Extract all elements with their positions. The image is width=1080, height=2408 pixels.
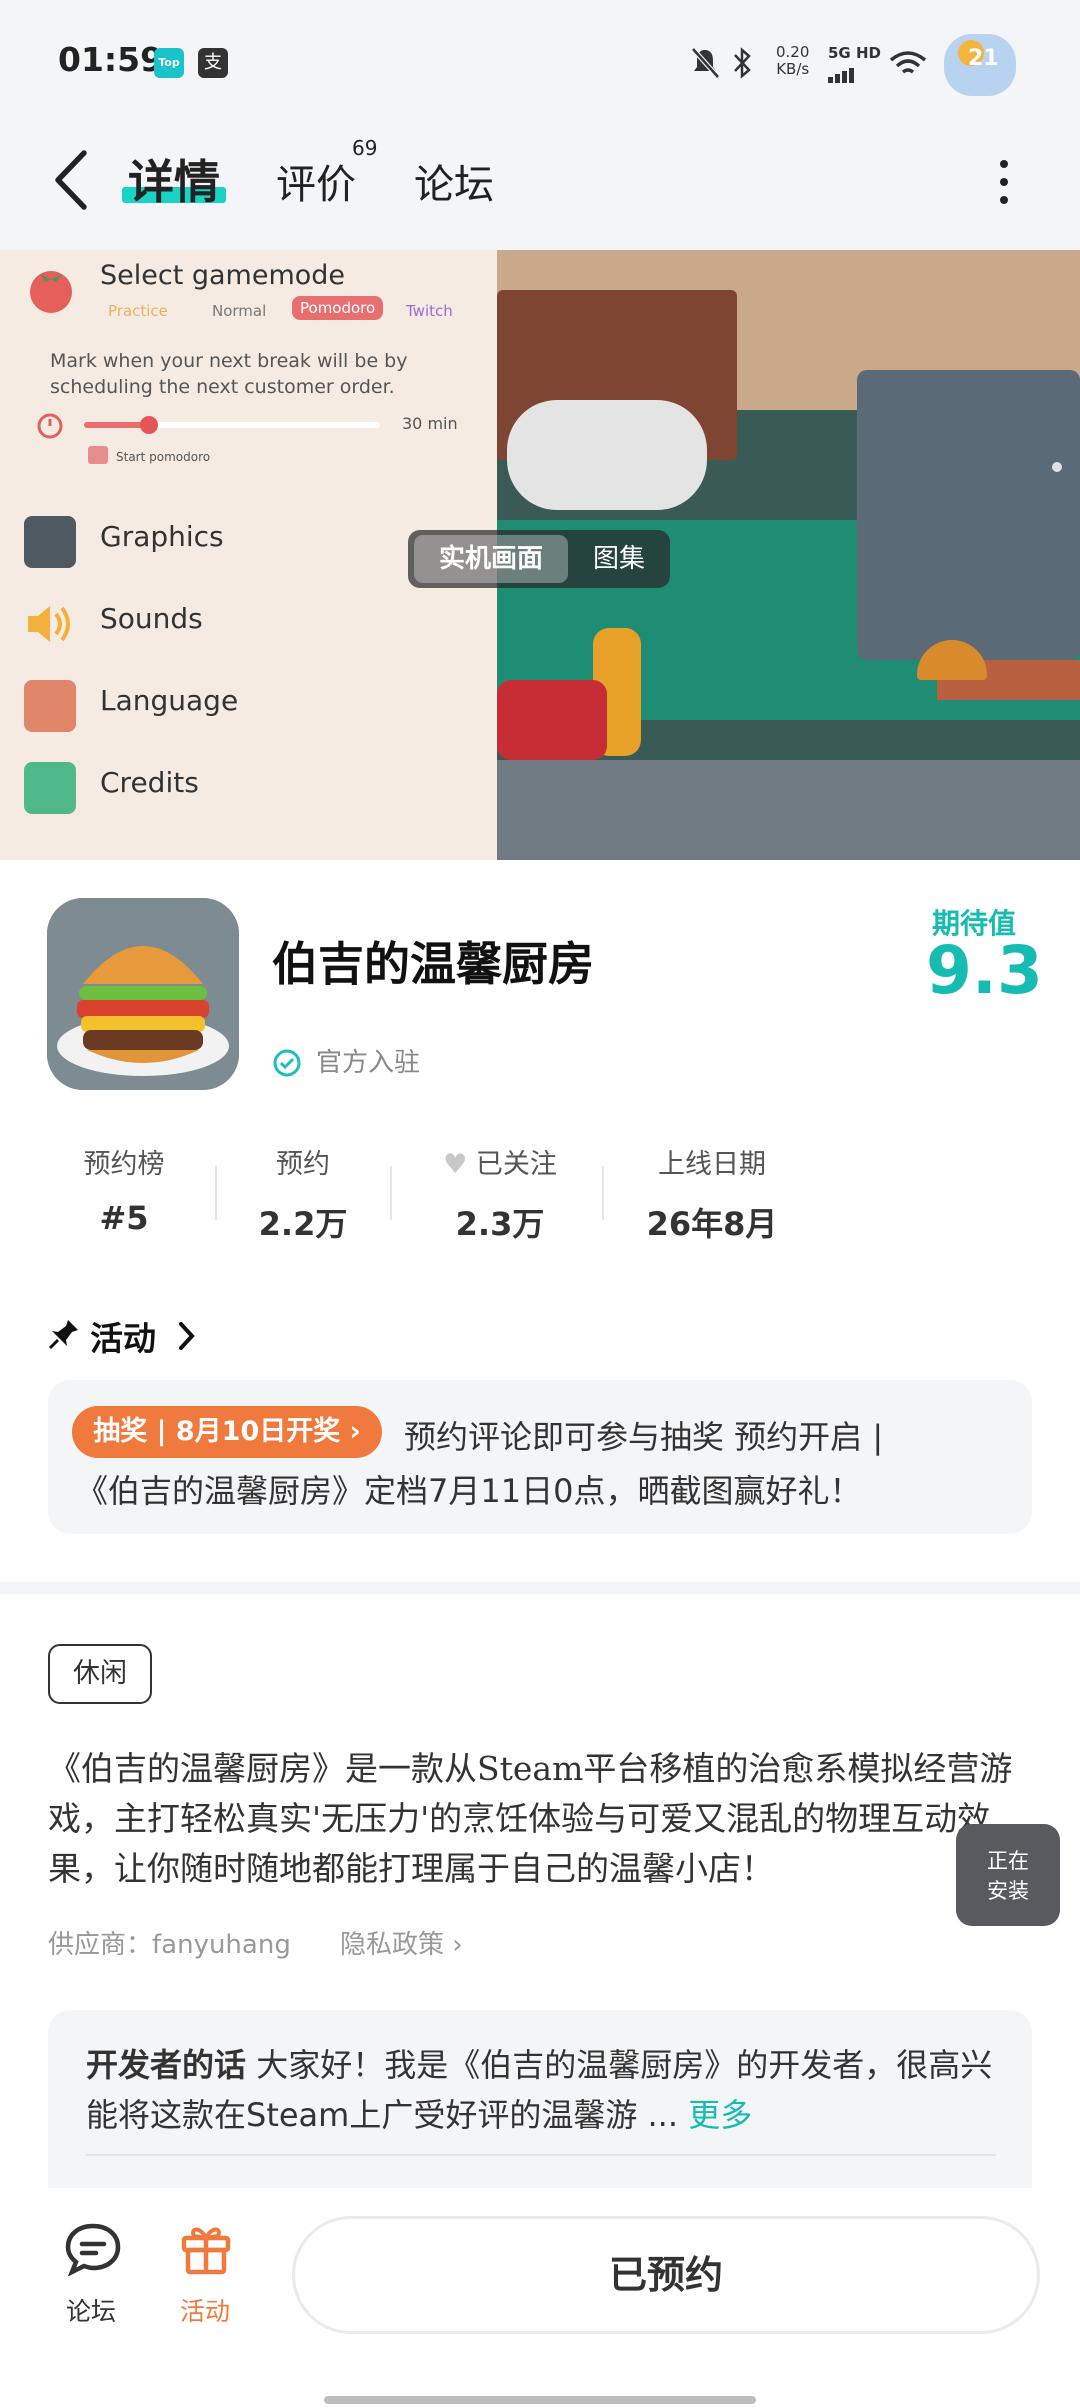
official-verified-label: 官方入驻 — [316, 1048, 421, 1078]
stat-divider — [390, 1166, 392, 1220]
mode-practice: Practice — [108, 302, 168, 320]
start-pomodoro-label: Start pomodoro — [116, 450, 211, 464]
game-description: 《伯吉的温馨厨房》是一款从Steam平台移植的治愈系模拟经营游戏，主打轻松真实'… — [48, 1749, 1013, 1888]
credits-icon — [24, 762, 76, 814]
mode-normal: Normal — [212, 302, 267, 320]
genre-tag[interactable]: 休闲 — [48, 1644, 152, 1704]
speaker-icon — [28, 606, 70, 642]
more-link[interactable]: 更多 — [688, 2096, 752, 2134]
back-arrow-icon[interactable] — [50, 145, 94, 215]
lottery-tag[interactable]: 抽奖 | 8月10日开奖 › — [72, 1406, 382, 1458]
network-type: 5G HD — [828, 44, 881, 62]
developer-divider — [86, 2154, 996, 2156]
activity-section-title[interactable]: 活动 — [90, 1312, 156, 1360]
stat-reservations: 预约 2.2万 — [258, 1149, 348, 1243]
gallery-tab[interactable]: 图集 — [572, 535, 666, 583]
battery-level: 21 — [968, 46, 999, 71]
privacy-policy-link[interactable]: 隐私政策 › — [340, 1924, 463, 1961]
alipay-notification-icon: 支 — [198, 48, 228, 78]
game-app-icon — [47, 898, 239, 1090]
status-time: 01:59 — [58, 40, 164, 79]
gift-icon[interactable] — [178, 2220, 234, 2276]
supplier-label: 供应商：fanyuhang — [48, 1930, 291, 1960]
mute-bell-icon — [691, 47, 720, 79]
carousel-dot — [1052, 462, 1062, 472]
gamemode-title: Select gamemode — [100, 260, 346, 291]
more-options-icon[interactable] — [1000, 160, 1010, 214]
bluetooth-icon — [734, 47, 751, 79]
reserved-button[interactable]: 已预约 — [292, 2216, 1040, 2334]
kitchen-floor — [497, 760, 1080, 860]
game-title: 伯吉的温馨厨房 — [272, 937, 594, 991]
network-speed: 0.20 KB/s — [776, 43, 810, 78]
section-separator — [0, 1582, 1080, 1594]
tab-forum[interactable]: 论坛 — [414, 152, 494, 210]
activity-nav-label[interactable]: 活动 — [180, 2292, 230, 2328]
stat-release-date: 上线日期 26年8月 — [646, 1149, 778, 1243]
red-pot — [497, 680, 607, 760]
tab-details[interactable]: 详情 — [128, 146, 220, 212]
activity-text-line1: 预约评论即可参与抽奖 预约开启 | — [404, 1418, 884, 1456]
pomodoro-slider-knob — [140, 416, 158, 434]
kitchen-window — [857, 370, 1080, 660]
heart-icon: ♥ — [443, 1149, 468, 1180]
pomodoro-slider-value: 30 min — [402, 414, 458, 433]
developer-note: 开发者的话 大家好！我是《伯吉的温馨厨房》的开发者，很高兴能将这款在Steam上… — [86, 2046, 993, 2134]
stat-divider — [215, 1166, 217, 1220]
gamemode-note: Mark when your next break will be by sch… — [50, 350, 408, 398]
reviews-count-badge: 69 — [352, 136, 378, 160]
installing-status: 正在 安装 — [987, 1849, 1029, 1903]
mode-pomodoro: Pomodoro — [292, 296, 384, 320]
signal-icon — [828, 64, 856, 83]
stat-follow[interactable]: ♥ 已关注 2.3万 — [420, 1142, 580, 1245]
language-icon — [24, 680, 76, 732]
expectation-score: 9.3 — [926, 932, 1043, 1009]
monitor-icon — [24, 516, 76, 568]
chevron-right-icon[interactable] — [176, 1320, 198, 1352]
paper-roll — [507, 400, 707, 510]
start-pomodoro-checkbox — [88, 446, 108, 464]
forum-nav-label[interactable]: 论坛 — [66, 2292, 116, 2328]
wifi-icon — [889, 51, 927, 74]
stat-divider — [602, 1166, 604, 1220]
tomato-icon — [30, 271, 72, 313]
stat-reserve-rank[interactable]: 预约榜 #5 — [54, 1142, 194, 1237]
app-notification-icon: Top — [154, 48, 184, 78]
pin-icon — [48, 1320, 78, 1350]
verified-check-icon — [273, 1049, 301, 1077]
gameplay-video-tab[interactable]: 实机画面 — [414, 535, 568, 583]
forum-icon[interactable] — [64, 2222, 122, 2276]
timer-icon — [37, 413, 63, 439]
activity-text-line2: 《伯吉的温馨厨房》定档7月11日0点，晒截图赢好礼！ — [76, 1472, 862, 1510]
mode-twitch: Twitch — [406, 302, 453, 320]
tab-reviews[interactable]: 评价 — [276, 152, 356, 210]
home-indicator[interactable] — [324, 2396, 756, 2404]
